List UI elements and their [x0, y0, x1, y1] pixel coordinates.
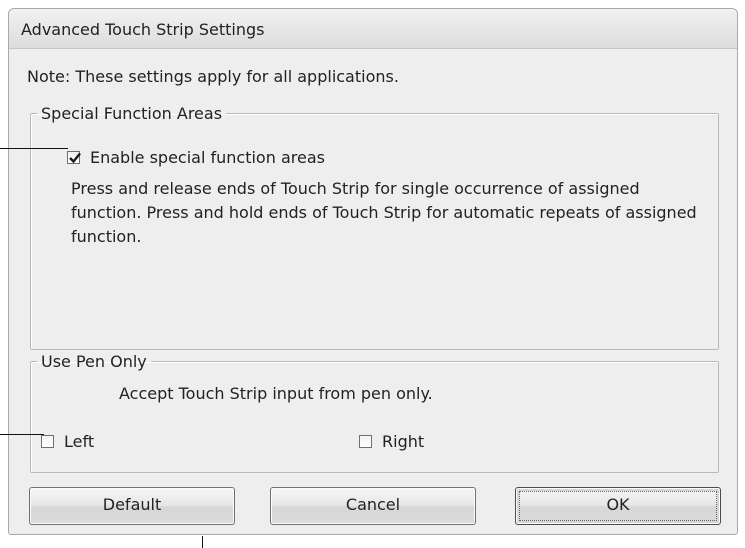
- callout-line-left: [0, 434, 44, 435]
- use-pen-only-legend: Use Pen Only: [41, 352, 147, 371]
- callout-line-special-function: [0, 148, 68, 149]
- callout-line-default: [202, 536, 203, 548]
- use-pen-only-description: Accept Touch Strip input from pen only.: [119, 384, 433, 403]
- right-checkbox-label: Right: [382, 432, 425, 451]
- window-title: Advanced Touch Strip Settings: [21, 20, 265, 39]
- ok-button[interactable]: OK: [515, 487, 721, 525]
- right-checkbox[interactable]: Right: [359, 432, 424, 451]
- checkmark-icon: [69, 152, 81, 164]
- enable-special-function-areas-box[interactable]: [67, 151, 81, 164]
- advanced-touch-strip-dialog: Advanced Touch Strip Settings Note: Thes…: [8, 8, 738, 535]
- enable-special-function-areas-checkbox[interactable]: Enable special function areas: [67, 148, 325, 167]
- left-checkbox-box[interactable]: [41, 435, 54, 448]
- settings-note: Note: These settings apply for all appli…: [27, 67, 399, 86]
- cancel-button[interactable]: Cancel: [270, 487, 476, 525]
- page: Advanced Touch Strip Settings Note: Thes…: [0, 0, 745, 548]
- left-checkbox-label: Left: [64, 432, 95, 451]
- title-bar[interactable]: Advanced Touch Strip Settings: [9, 9, 737, 49]
- special-function-areas-description: Press and release ends of Touch Strip fo…: [71, 179, 697, 246]
- default-button[interactable]: Default: [29, 487, 235, 525]
- ok-button-focus-ring: [519, 491, 717, 521]
- enable-special-function-areas-label: Enable special function areas: [90, 148, 325, 167]
- right-checkbox-box[interactable]: [359, 435, 372, 448]
- left-checkbox[interactable]: Left: [41, 432, 94, 451]
- use-pen-only-group: Use Pen Only: [30, 352, 719, 473]
- special-function-areas-legend: Special Function Areas: [41, 104, 223, 123]
